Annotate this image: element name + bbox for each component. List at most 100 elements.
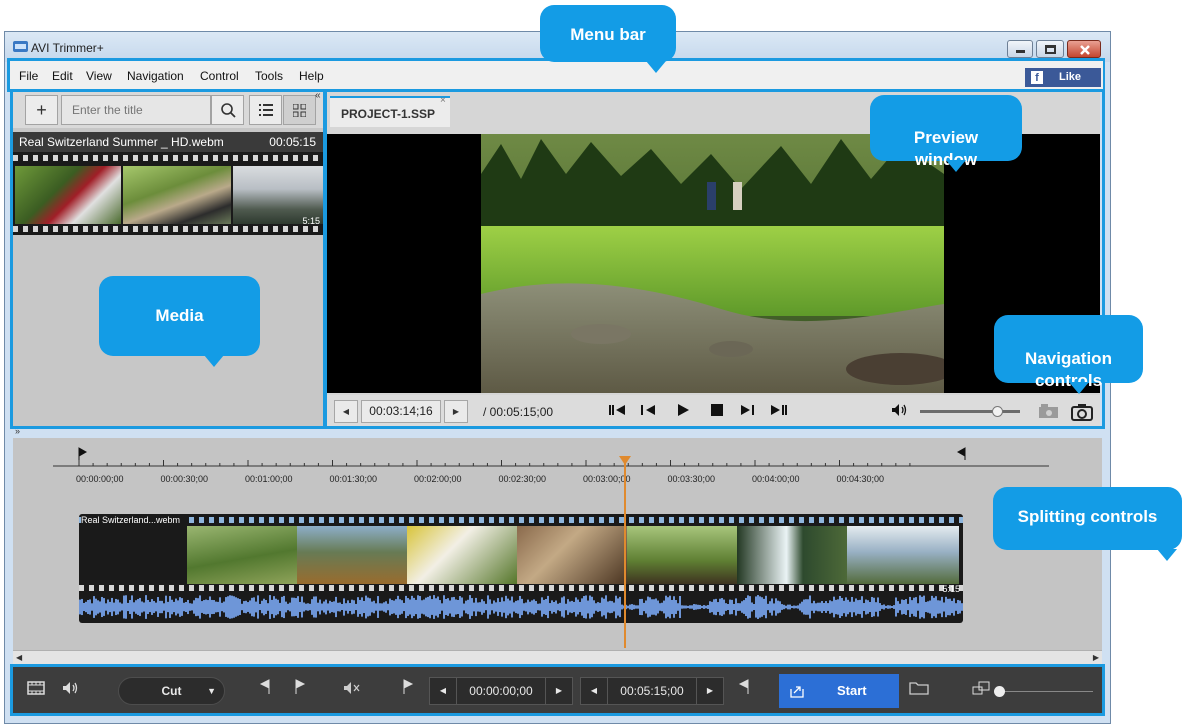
menu-help[interactable]: Help xyxy=(299,69,324,83)
waveform-bar xyxy=(425,597,427,617)
volume-slider-handle[interactable] xyxy=(992,406,1003,417)
waveform-bar xyxy=(337,602,339,612)
step-back-button[interactable] xyxy=(639,403,659,419)
waveform-bar xyxy=(461,597,463,617)
waveform-bar xyxy=(675,600,677,614)
waveform-bar xyxy=(203,600,205,614)
waveform-bar xyxy=(487,595,489,619)
timeline-clip[interactable]: Real Switzerland...webm 5:15 xyxy=(79,514,963,623)
storyboard-button[interactable] xyxy=(25,679,47,703)
go-to-start-button[interactable] xyxy=(607,403,627,419)
menu-edit[interactable]: Edit xyxy=(52,69,73,83)
step-forward-button[interactable] xyxy=(737,403,757,419)
volume-slider[interactable] xyxy=(920,406,1020,417)
audio-toggle-button[interactable] xyxy=(60,679,82,703)
play-button[interactable] xyxy=(673,403,693,419)
timeline-scrollbar[interactable]: ◀ ▶ xyxy=(13,650,1102,664)
media-item-header[interactable]: Real Switzerland Summer _ HD.webm 00:05:… xyxy=(13,132,323,152)
waveform-bar xyxy=(279,602,281,612)
selection-start-marker[interactable] xyxy=(399,679,417,703)
maximize-button[interactable] xyxy=(1036,40,1064,58)
search-button[interactable] xyxy=(211,95,244,125)
tab-close-icon[interactable]: × xyxy=(440,95,446,106)
next-frame-arrow[interactable]: ▶ xyxy=(444,400,468,423)
waveform-bar xyxy=(929,600,931,614)
clip-frame-2 xyxy=(297,526,407,584)
waveform-bar xyxy=(137,599,139,615)
selection-end-marker[interactable] xyxy=(735,679,753,703)
waveform-bar xyxy=(187,599,189,615)
list-view-button[interactable] xyxy=(249,95,282,125)
waveform-bar xyxy=(539,603,541,611)
set-start-marker-button[interactable] xyxy=(255,679,275,703)
add-media-button[interactable]: + xyxy=(25,95,58,125)
collapse-panel-icon[interactable]: « xyxy=(315,90,321,101)
expand-timeline-icon[interactable]: » xyxy=(15,426,20,436)
like-label: Like xyxy=(1059,71,1082,83)
facebook-like-button[interactable]: f Like xyxy=(1025,68,1101,87)
waveform-bar xyxy=(729,599,731,615)
waveform-bar xyxy=(115,598,117,616)
waveform-bar xyxy=(883,604,885,610)
minimize-button[interactable] xyxy=(1007,40,1033,58)
playhead[interactable] xyxy=(618,456,631,648)
media-search-input[interactable] xyxy=(61,95,211,125)
mute-segment-button[interactable] xyxy=(341,679,363,703)
go-to-end-button[interactable] xyxy=(769,403,789,419)
waveform-bar xyxy=(799,603,801,611)
close-button[interactable] xyxy=(1067,40,1101,58)
mode-select[interactable]: Cut ▼ xyxy=(118,677,225,705)
menu-control[interactable]: Control xyxy=(200,69,239,83)
waveform-bar xyxy=(303,602,305,612)
stop-button[interactable] xyxy=(706,403,726,419)
menu-view[interactable]: View xyxy=(86,69,112,83)
folder-icon xyxy=(909,682,929,695)
media-thumbnail-strip[interactable]: 5:15 xyxy=(13,152,323,235)
waveform-bar xyxy=(511,596,513,618)
waveform-bar xyxy=(463,603,465,611)
waveform-bar xyxy=(191,603,193,611)
video-preview[interactable] xyxy=(327,134,1100,393)
waveform-bar xyxy=(535,601,537,613)
waveform-bar xyxy=(221,602,223,612)
output-folder-button[interactable] xyxy=(907,679,931,703)
selection-end-time[interactable]: 00:05:15;00 xyxy=(607,677,697,705)
menu-navigation[interactable]: Navigation xyxy=(127,69,184,83)
menu-tools[interactable]: Tools xyxy=(255,69,283,83)
scroll-right-arrow[interactable]: ▶ xyxy=(1093,653,1099,662)
clip-sprockets-top xyxy=(79,517,963,523)
waveform-bar xyxy=(879,603,881,611)
waveform-bar xyxy=(193,600,195,614)
volume-button[interactable] xyxy=(890,403,910,419)
previous-frame-arrow[interactable]: ◀ xyxy=(334,400,358,423)
time-ruler[interactable] xyxy=(13,438,1102,498)
zoom-slider-handle[interactable] xyxy=(994,686,1005,697)
waveform-bar xyxy=(733,603,735,611)
start-button[interactable]: Start xyxy=(779,674,899,708)
start-time-increment[interactable]: ▶ xyxy=(545,677,573,705)
zoom-icon-button[interactable] xyxy=(971,679,991,703)
selection-start-time[interactable]: 00:00:00;00 xyxy=(456,677,546,705)
waveform-bar xyxy=(317,602,319,612)
sprockets-bottom xyxy=(13,226,323,232)
waveform-bar xyxy=(643,602,645,612)
grid-view-button[interactable] xyxy=(283,95,316,125)
end-time-decrement[interactable]: ◀ xyxy=(580,677,608,705)
start-time-decrement[interactable]: ◀ xyxy=(429,677,457,705)
waveform-bar xyxy=(521,598,523,616)
current-time-field[interactable]: 00:03:14;16 xyxy=(361,400,441,423)
waveform-bar xyxy=(113,602,115,612)
waveform-bar xyxy=(561,597,563,617)
snapshot-button[interactable] xyxy=(1071,403,1093,421)
snapshot-folder-button[interactable] xyxy=(1038,403,1060,419)
scroll-left-arrow[interactable]: ◀ xyxy=(16,653,22,662)
waveform-bar xyxy=(217,601,219,613)
waveform-bar xyxy=(99,601,101,613)
end-time-increment[interactable]: ▶ xyxy=(696,677,724,705)
zoom-slider[interactable] xyxy=(994,686,1093,697)
set-end-marker-button[interactable] xyxy=(290,679,310,703)
waveform-bar xyxy=(669,595,671,619)
waveform-bar xyxy=(101,596,103,618)
tab-project[interactable]: PROJECT-1.SSP × xyxy=(330,95,450,127)
menu-file[interactable]: File xyxy=(19,69,38,83)
